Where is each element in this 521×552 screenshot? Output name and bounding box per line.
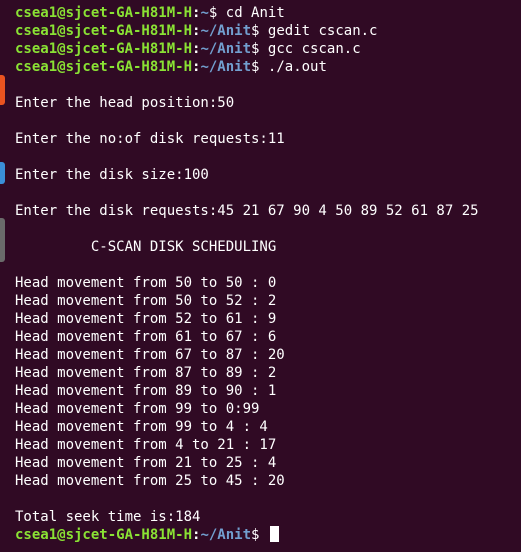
movement-line: Head movement from 50 to 50 : 0 (15, 275, 277, 291)
output-scheduling-title: C-SCAN DISK SCHEDULING (15, 238, 521, 256)
movement-line: Head movement from 89 to 90 : 1 (15, 383, 277, 399)
movement-line: Head movement from 52 to 61 : 9 (15, 311, 277, 327)
output-disk-size: Enter the disk size:100 (15, 167, 209, 183)
dock-app-icon-edge[interactable] (0, 75, 5, 105)
movement-line: Head movement from 4 to 21 : 17 (15, 437, 277, 453)
terminal-window[interactable]: csea1@sjcet-GA-H81M-H:~$ cd Anit csea1@s… (0, 0, 521, 552)
prompt-path: ~ (200, 5, 209, 21)
prompt-user-host: csea1@sjcet-GA-H81M-H (15, 59, 193, 75)
command-line: csea1@sjcet-GA-H81M-H:~/Anit$ ./a.out (15, 58, 521, 76)
movement-line: Head movement from 87 to 89 : 2 (15, 365, 277, 381)
prompt-path: ~/Anit (200, 527, 252, 543)
command-text: ./a.out (267, 59, 327, 75)
prompt-path: ~/Anit (200, 59, 252, 75)
movement-list: Head movement from 50 to 50 : 0 Head mov… (15, 274, 521, 490)
prompt-path: ~/Anit (200, 41, 252, 57)
prompt-dollar: $ (251, 59, 260, 75)
prompt-user-host: csea1@sjcet-GA-H81M-H (15, 23, 193, 39)
command-text: gedit cscan.c (267, 23, 378, 39)
dock-app-icon-edge[interactable] (0, 162, 5, 184)
command-line: csea1@sjcet-GA-H81M-H:~/Anit$ (15, 526, 521, 544)
movement-line: Head movement from 99 to 4 : 4 (15, 419, 268, 435)
command-line: csea1@sjcet-GA-H81M-H:~$ cd Anit (15, 4, 521, 22)
prompt-user-host: csea1@sjcet-GA-H81M-H (15, 5, 193, 21)
movement-line: Head movement from 25 to 45 : 20 (15, 473, 285, 489)
command-line: csea1@sjcet-GA-H81M-H:~/Anit$ gcc cscan.… (15, 40, 521, 58)
output-disk-requests: Enter the disk requests:45 21 67 90 4 50… (15, 203, 479, 219)
prompt-user-host: csea1@sjcet-GA-H81M-H (15, 41, 193, 57)
scheduling-title-text: C-SCAN DISK SCHEDULING (90, 239, 277, 255)
output-head-position: Enter the head position:50 (15, 95, 235, 111)
command-text: cd Anit (225, 5, 285, 21)
output-total-seek: Total seek time is:184 (15, 509, 201, 525)
terminal-output[interactable]: csea1@sjcet-GA-H81M-H:~$ cd Anit csea1@s… (15, 4, 521, 544)
text-cursor[interactable] (269, 526, 279, 542)
prompt-dollar: $ (251, 41, 260, 57)
prompt-dollar: $ (251, 23, 260, 39)
movement-line: Head movement from 67 to 87 : 20 (15, 347, 285, 363)
command-text: gcc cscan.c (267, 41, 361, 57)
movement-line: Head movement from 21 to 25 : 4 (15, 455, 277, 471)
command-line: csea1@sjcet-GA-H81M-H:~/Anit$ gedit csca… (15, 22, 521, 40)
prompt-dollar: $ (208, 5, 218, 21)
movement-line: Head movement from 99 to 0:99 (15, 401, 260, 417)
output-num-requests: Enter the no:of disk requests:11 (15, 131, 285, 147)
dock-app-icon-edge[interactable] (0, 218, 5, 262)
prompt-dollar: $ (251, 527, 260, 543)
movement-line: Head movement from 61 to 67 : 6 (15, 329, 277, 345)
movement-line: Head movement from 50 to 52 : 2 (15, 293, 277, 309)
prompt-path: ~/Anit (200, 23, 252, 39)
prompt-user-host: csea1@sjcet-GA-H81M-H (15, 527, 193, 543)
